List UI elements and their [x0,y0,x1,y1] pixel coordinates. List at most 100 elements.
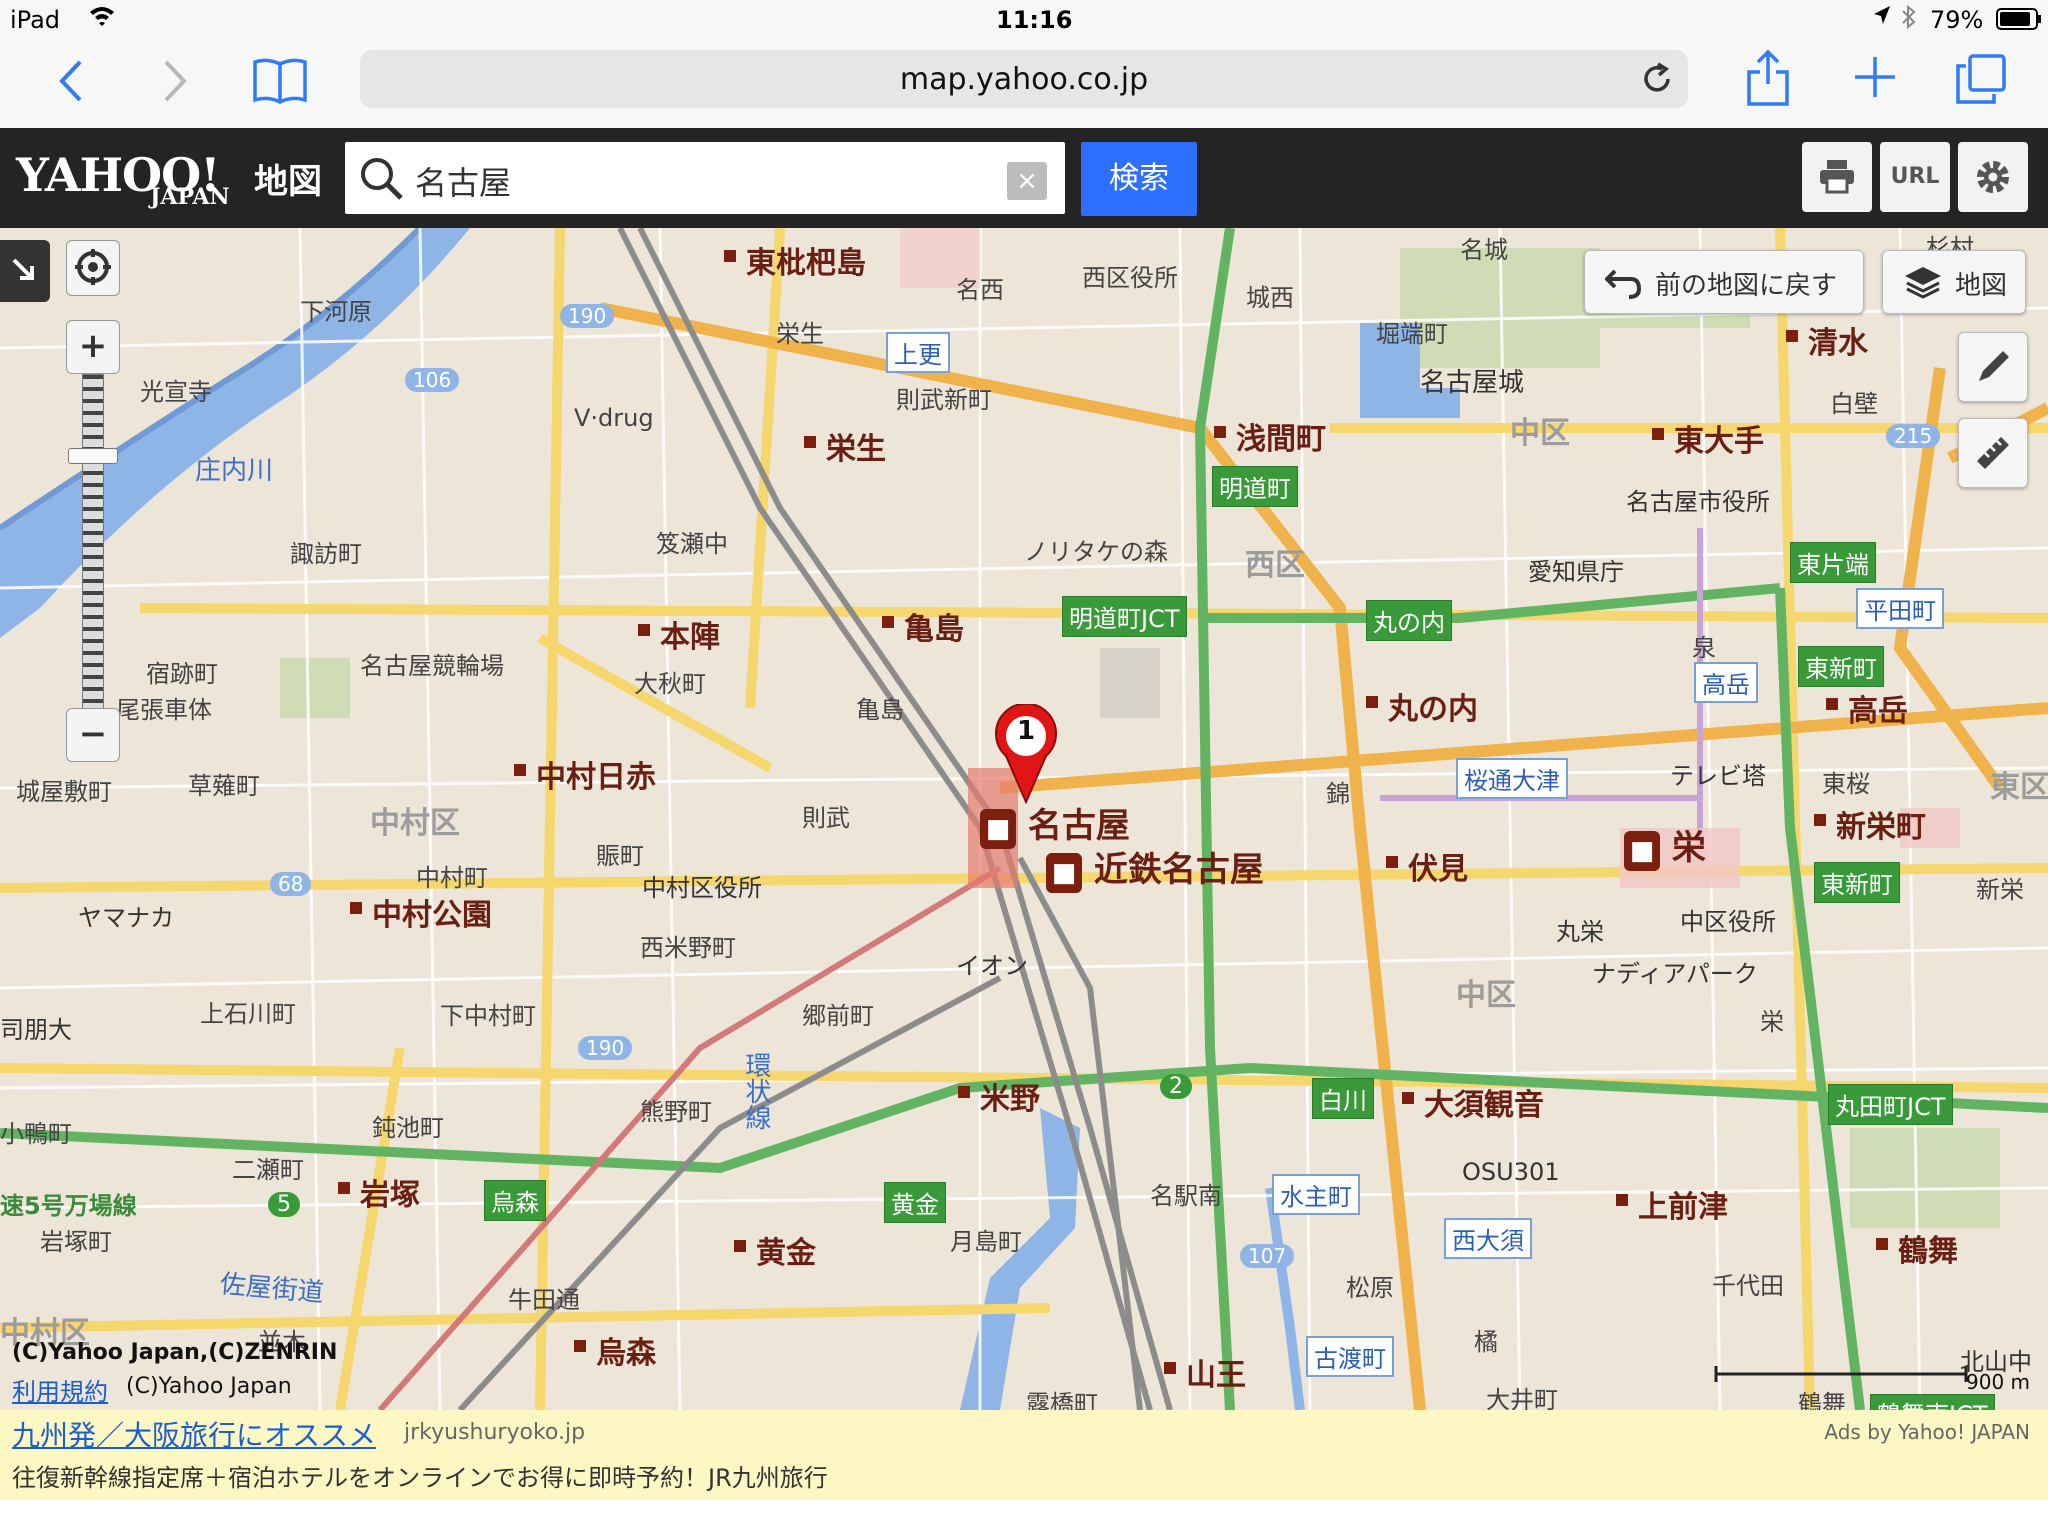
station-main-name: 栄 [1671,828,1706,868]
station-label[interactable]: 高岳 [1826,686,1908,730]
search-input[interactable]: 名古屋 [415,158,511,204]
search-icon [359,156,405,206]
location-pin[interactable]: 1 [992,702,1060,808]
ad-attribution[interactable]: Ads by Yahoo! JAPAN [1824,1420,2030,1444]
subway-tag: 高岳 [1694,662,1758,703]
place-label: 宿跡町 [146,660,218,688]
station-label[interactable]: 上前津 [1616,1182,1728,1226]
place-label: 愛知県庁 [1528,558,1624,586]
station-label[interactable]: 本陣 [638,612,720,656]
station-label[interactable]: 烏森 [574,1328,656,1372]
station-label[interactable]: 中村公園 [350,890,492,934]
search-box[interactable]: 名古屋 × [345,142,1065,214]
station-label[interactable]: 栄生 [804,424,886,468]
new-tab-icon[interactable] [1852,54,1898,104]
battery-percent: 79% [1930,6,1984,34]
station-label[interactable]: 米野 [958,1074,1040,1118]
station-label[interactable]: 新栄町 [1814,802,1926,846]
place-label: 中村町 [416,864,488,892]
place-label: 中村区役所 [642,874,762,902]
place-label: 名古屋城 [1420,368,1525,398]
station-label[interactable]: 清水 [1786,318,1868,362]
zoom-slider[interactable] [82,374,104,710]
station-label[interactable]: 岩塚 [338,1170,420,1214]
back-icon[interactable] [56,58,86,108]
station-main-name: 名古屋 [1027,806,1130,846]
place-label: 岩塚町 [40,1228,112,1256]
subway-tag: 桜通大津 [1456,758,1568,799]
zoom-slider-handle[interactable] [68,448,118,464]
reload-icon[interactable] [1640,62,1674,100]
map-canvas[interactable]: 190 106 68 190 215 107 5 2 中区 西区 中村区 中区 … [0,228,2048,1410]
place-label: 露橋町 [1026,1390,1098,1410]
station-label[interactable]: 東枇杷島 [724,238,866,282]
bookmarks-icon[interactable] [252,56,308,108]
place-label: 尾張車体 [116,696,212,724]
place-label: 栄 [1760,1008,1784,1036]
print-button[interactable] [1802,142,1872,212]
place-label: 牛田通 [508,1286,580,1314]
forward-icon[interactable] [160,58,190,108]
search-button[interactable]: 検索 [1081,142,1197,216]
place-label: 白壁 [1830,390,1878,418]
measure-button[interactable] [1958,418,2028,488]
station-label[interactable]: 中村日赤 [514,752,656,796]
station-label[interactable]: 大須観音 [1402,1080,1544,1124]
back-to-previous-map-button[interactable]: 前の地図に戻す [1584,250,1864,314]
place-label: 大秋町 [634,670,706,698]
exit-tag: 丸の内 [1366,600,1452,641]
ward-label: 中区 [1456,978,1516,1013]
station-label[interactable]: 鶴舞 [1876,1226,1958,1270]
station-label[interactable]: 東大手 [1652,416,1764,460]
road-label: 環状線 [741,1052,771,1130]
place-label: 草薙町 [188,772,260,800]
train-icon: ■ [980,809,1016,849]
exit-tag: 黄金 [884,1182,946,1223]
clear-search-button[interactable]: × [1007,162,1047,200]
map-layer-button[interactable]: 地図 [1882,250,2026,314]
address-bar[interactable]: map.yahoo.co.jp [360,50,1688,108]
place-label: 月島町 [950,1228,1022,1256]
collapse-panel-button[interactable] [0,240,50,302]
place-label: 城屋敷町 [16,778,112,806]
current-location-button[interactable] [66,240,120,296]
layers-icon [1905,267,1941,299]
place-label: 西米野町 [640,934,736,962]
draw-button[interactable] [1958,332,2028,402]
station-label[interactable]: 伏見 [1386,844,1468,888]
settings-button[interactable] [1958,142,2028,212]
ad-title[interactable]: 九州発／大阪旅行にオススメ [12,1414,376,1454]
place-label: 名西 [956,276,1004,304]
route-shield: 2 [1160,1074,1192,1099]
station-label[interactable]: 浅間町 [1214,414,1326,458]
print-icon [1820,160,1854,194]
share-icon[interactable] [1746,48,1790,110]
place-label: 郷前町 [802,1002,874,1030]
exit-tag: 東片端 [1790,542,1876,583]
subway-tag: 西大須 [1444,1218,1532,1259]
zoom-out-button[interactable]: − [66,708,120,762]
station-main[interactable]: ■ 栄 [1624,820,1706,871]
route-shield: 68 [270,872,312,896]
zoom-in-button[interactable]: + [66,320,120,374]
place-label: 則武 [802,804,850,832]
place-label: 西区役所 [1082,264,1178,292]
station-label[interactable]: 丸の内 [1366,684,1478,728]
back-to-previous-map-label: 前の地図に戻す [1655,271,1838,301]
ad-banner[interactable]: 九州発／大阪旅行にオススメ jrkyushuryoko.jp Ads by Ya… [0,1410,2048,1500]
station-label[interactable]: 亀島 [882,604,964,648]
route-shield: 190 [578,1036,633,1060]
terms-link[interactable]: 利用規約 [12,1372,108,1407]
place-label: V·drug [574,404,654,432]
station-main[interactable]: ■ 近鉄名古屋 [1046,842,1264,893]
tabs-icon[interactable] [1956,54,2006,108]
place-label: 錦 [1326,780,1350,808]
place-label: 名城 [1460,236,1508,264]
ruler-icon [1977,437,2009,469]
yahoo-logo-sub: JAPAN [150,184,230,210]
url-button[interactable]: URL [1880,142,1950,212]
ad-domain: jrkyushuryoko.jp [404,1420,586,1445]
station-label[interactable]: 黄金 [734,1228,816,1272]
place-label: 名古屋市役所 [1626,488,1770,516]
station-label[interactable]: 山王 [1164,1350,1246,1394]
